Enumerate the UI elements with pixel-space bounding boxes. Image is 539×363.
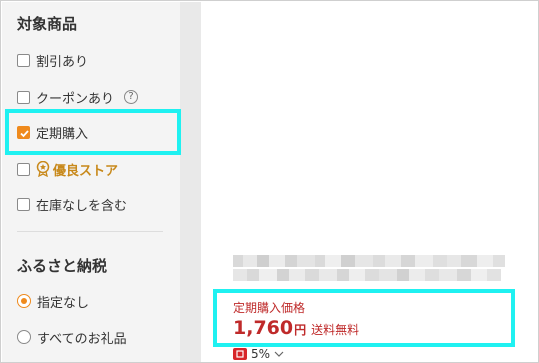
blurred-product-title [233, 255, 505, 267]
price-currency: 円 [294, 323, 307, 337]
help-icon[interactable]: ? [124, 90, 139, 104]
filter-include-out-of-stock[interactable]: 在庫なしを含む [17, 193, 127, 215]
price-value: 1,760 [233, 317, 294, 339]
furusato-option-none[interactable]: 指定なし [17, 290, 89, 312]
chevron-down-icon[interactable] [274, 350, 284, 358]
furusato-none-radio[interactable] [17, 294, 31, 308]
screenshot-frame: 対象商品 割引あり クーポンあり ? 定期購入 優良ストア 在庫なしを含む ふる… [0, 0, 539, 363]
award-ribbon-icon [36, 161, 50, 177]
furusato-all-label: すべてのお礼品 [37, 331, 127, 347]
excellent-store-badge: 優良ストア [36, 160, 118, 179]
blurred-product-title-line2 [233, 269, 501, 281]
discount-checkbox[interactable] [17, 53, 30, 67]
out-of-stock-label: 在庫なしを含む [36, 198, 128, 214]
points-info[interactable]: 5% [233, 347, 284, 361]
filter-excellent-store[interactable]: 優良ストア [17, 158, 118, 180]
section-title-target-items: 対象商品 [17, 15, 78, 33]
discount-label: 割引あり [36, 54, 89, 70]
excellent-store-checkbox[interactable] [17, 162, 30, 176]
shipping-free-label: 送料無料 [311, 323, 360, 337]
furusato-all-radio[interactable] [17, 330, 31, 344]
coupon-label: クーポンあり [36, 91, 115, 107]
section-divider [17, 231, 163, 232]
furusato-none-label: 指定なし [37, 295, 90, 311]
out-of-stock-checkbox[interactable] [17, 197, 30, 211]
furusato-option-all[interactable]: すべてのお礼品 [17, 326, 127, 348]
filter-coupon[interactable]: クーポンあり ? [17, 86, 139, 108]
subscription-highlight [5, 109, 181, 155]
price-display: 1,760 円 送料無料 [233, 317, 359, 339]
section-title-furusato: ふるさと納税 [17, 257, 108, 275]
sidebar-gutter [180, 2, 201, 362]
excellent-store-label: 優良ストア [53, 163, 119, 179]
points-rate: 5% [251, 347, 271, 361]
coupon-checkbox[interactable] [17, 90, 30, 104]
filter-discount[interactable]: 割引あり [17, 49, 88, 71]
subscription-price-label: 定期購入価格 [233, 301, 306, 315]
points-card-icon [233, 348, 247, 360]
